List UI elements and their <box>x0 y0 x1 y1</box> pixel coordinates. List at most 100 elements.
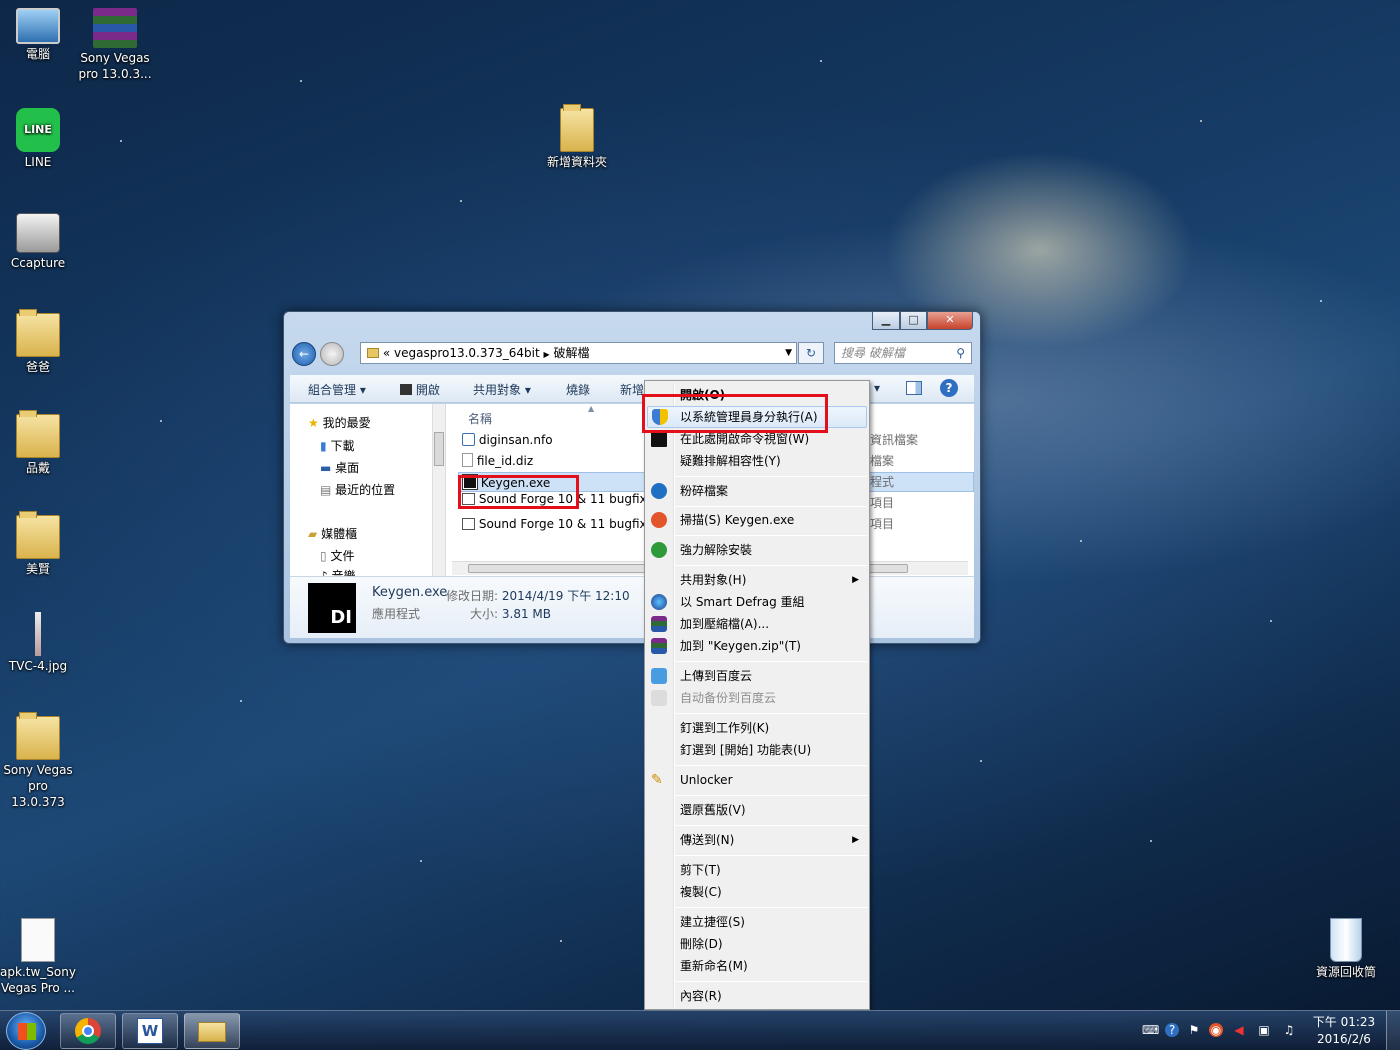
back-button[interactable]: ← <box>292 342 316 366</box>
preview-pane-icon[interactable] <box>906 381 922 395</box>
breadcrumb-segment[interactable]: 破解檔 <box>554 346 590 360</box>
taskbar-word[interactable]: W <box>122 1013 178 1049</box>
column-header-name[interactable]: 名稱 <box>468 410 492 427</box>
desktop-icon-folder-sony-vegas[interactable]: Sony Vegas pro 13.0.373 <box>0 712 76 810</box>
address-bar[interactable]: « vegaspro13.0.373_64bit ▶ 破解檔 ▼ <box>360 342 797 364</box>
menu-item-pin-start[interactable]: 釘選到 [開始] 功能表(U) <box>680 740 811 760</box>
details-modified: 修改日期: 2014/4/19 下午 12:10 <box>446 589 630 603</box>
refresh-button[interactable]: ↻ <box>798 342 824 364</box>
file-row[interactable]: diginsan.nfo <box>462 430 553 450</box>
desktop-icon-label: 新增資料夾 <box>546 155 607 169</box>
highlight-box-run-as-admin <box>642 394 828 433</box>
menu-item-share[interactable]: 共用對象(H) <box>680 570 746 590</box>
menu-item-unlocker[interactable]: Unlocker <box>680 770 733 790</box>
menu-item-force-uninstall[interactable]: 強力解除安裝 <box>680 540 752 560</box>
menu-item-scan[interactable]: 掃描(S) Keygen.exe <box>680 510 794 530</box>
nav-favorites[interactable]: ★ 我的最愛 <box>308 414 371 431</box>
breadcrumb-segment[interactable]: vegaspro13.0.373_64bit <box>394 346 540 360</box>
forward-button[interactable]: → <box>320 342 344 366</box>
sort-arrow-icon: ▲ <box>588 404 595 413</box>
menu-item-restore[interactable]: 還原舊版(V) <box>680 800 746 820</box>
cmd-icon <box>651 431 667 447</box>
view-options-button[interactable]: ▾ <box>874 381 880 395</box>
chrome-icon <box>75 1018 101 1044</box>
submenu-arrow-icon: ▶ <box>852 575 859 585</box>
desktop-icon: ▬ <box>320 461 332 475</box>
taskbar-chrome[interactable] <box>60 1013 116 1049</box>
burn-button[interactable]: 燒錄 <box>566 381 590 398</box>
maximize-button[interactable]: □ <box>900 312 927 330</box>
file-icon <box>462 518 475 530</box>
image-file-icon <box>35 612 41 656</box>
desktop-icon-ccapture[interactable]: Ccapture <box>0 213 76 271</box>
menu-item-pin-taskbar[interactable]: 釘選到工作列(K) <box>680 718 769 738</box>
menu-item-upload-baidu[interactable]: 上傳到百度云 <box>680 666 752 686</box>
computer-icon <box>16 8 60 44</box>
nav-desktop[interactable]: ▬ 桌面 <box>320 459 359 476</box>
help-tray-icon[interactable]: ? <box>1165 1023 1179 1037</box>
close-button[interactable]: ✕ <box>927 312 973 330</box>
menu-item-cut[interactable]: 剪下(T) <box>680 860 721 880</box>
desktop-icon-folder-baba[interactable]: 爸爸 <box>0 309 76 375</box>
desktop-icon-line[interactable]: LINE LINE <box>0 108 76 170</box>
libraries-icon: ▰ <box>308 527 318 541</box>
menu-item-auto-backup[interactable]: 自动备份到百度云 <box>680 688 776 708</box>
desktop-icon-new-folder[interactable]: 新增資料夾 <box>539 104 615 170</box>
nav-documents[interactable]: ▯ 文件 <box>320 547 354 564</box>
file-row[interactable]: Sound Forge 10 & 11 bugfix <box>462 514 647 534</box>
menu-item-delete[interactable]: 刪除(D) <box>680 934 723 954</box>
nav-recent[interactable]: ▤ 最近的位置 <box>320 481 395 498</box>
network-icon[interactable]: ▣ <box>1257 1023 1271 1037</box>
menu-item-troubleshoot[interactable]: 疑難排解相容性(Y) <box>680 451 781 471</box>
antivirus-tray-icon[interactable]: ◉ <box>1209 1023 1223 1037</box>
baidu-backup-icon <box>651 690 667 706</box>
menu-item-copy[interactable]: 複製(C) <box>680 882 722 902</box>
file-icon <box>462 453 473 467</box>
menu-item-send-to[interactable]: 傳送到(N) <box>680 830 734 850</box>
volume-muted-icon[interactable]: ◀ <box>1232 1023 1246 1037</box>
nav-music[interactable]: ♪ 音樂 <box>320 567 356 576</box>
toolbar: 組合管理 ▾ 開啟 共用對象 ▾ 燒錄 新增 ▾ ? <box>290 375 974 403</box>
search-input[interactable]: 搜尋 破解檔 ⚲ <box>834 342 972 364</box>
share-button[interactable]: 共用對象 ▾ <box>473 381 531 398</box>
address-overflow[interactable]: « <box>383 346 390 360</box>
dropdown-icon[interactable]: ▼ <box>785 343 792 363</box>
show-desktop-button[interactable] <box>1386 1011 1400 1050</box>
help-icon[interactable]: ? <box>940 379 958 397</box>
nav-downloads[interactable]: ▮ 下載 <box>320 437 354 454</box>
open-button[interactable]: 開啟 <box>400 381 440 398</box>
desktop-icon-label: 品戴 <box>25 461 50 475</box>
clock-time: 下午 01:23 <box>1312 1015 1376 1029</box>
clock[interactable]: 下午 01:23 2016/2/6 <box>1306 1014 1382 1048</box>
organize-button[interactable]: 組合管理 ▾ <box>308 381 366 398</box>
desktop-icon-folder-meixian[interactable]: 美賢 <box>0 511 76 577</box>
desktop-icon-folder-pindai[interactable]: 品戴 <box>0 410 76 476</box>
nav-scrollbar[interactable] <box>432 404 445 576</box>
menu-item-properties[interactable]: 內容(R) <box>680 986 722 1006</box>
start-button[interactable] <box>6 1012 46 1050</box>
desktop-icon-apk-text[interactable]: apk.tw_Sony Vegas Pro ... <box>0 918 76 996</box>
desktop-icon-computer[interactable]: 電腦 <box>0 8 76 62</box>
menu-item-shred[interactable]: 粉碎檔案 <box>680 481 728 501</box>
winrar-icon <box>651 638 667 654</box>
file-row[interactable]: file_id.diz <box>462 451 533 471</box>
speaker-icon[interactable]: ♫ <box>1282 1023 1296 1037</box>
keyboard-icon[interactable]: ⌨ <box>1142 1023 1159 1037</box>
new-folder-button[interactable]: 新增 <box>620 381 644 398</box>
desktop-icon-recycle-bin[interactable]: 資源回收筒 <box>1308 918 1384 980</box>
menu-item-add-zip[interactable]: 加到 "Keygen.zip"(T) <box>680 636 801 656</box>
taskbar-explorer[interactable] <box>184 1013 240 1049</box>
menu-item-rename[interactable]: 重新命名(M) <box>680 956 748 976</box>
folder-icon <box>16 712 60 760</box>
action-center-icon[interactable]: ⚑ <box>1187 1023 1201 1037</box>
breadcrumb-chevron-icon[interactable]: ▶ <box>544 350 550 359</box>
menu-item-smart-defrag[interactable]: 以 Smart Defrag 重組 <box>680 592 805 612</box>
minimize-button[interactable]: ▁ <box>872 312 900 330</box>
desktop-icon-tvc4-jpg[interactable]: TVC-4.jpg <box>0 612 76 674</box>
nav-libraries[interactable]: ▰ 媒體櫃 <box>308 525 357 542</box>
winrar-archive-icon <box>93 8 137 48</box>
windows-logo-icon <box>18 1023 36 1040</box>
menu-item-add-archive[interactable]: 加到壓縮檔(A)... <box>680 614 769 634</box>
menu-item-create-shortcut[interactable]: 建立捷徑(S) <box>680 912 745 932</box>
desktop-icon-sony-vegas-archive[interactable]: Sony Vegas pro 13.0.3... <box>77 8 153 82</box>
